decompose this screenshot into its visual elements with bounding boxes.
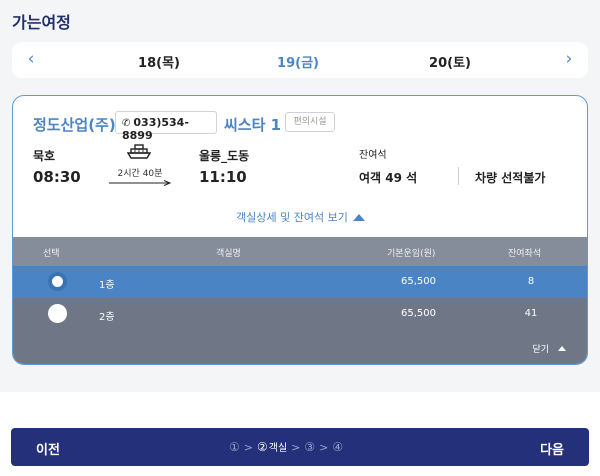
- cabin-table-header: 선택 객실명 기본운임(원) 잔여좌석: [13, 237, 587, 266]
- header-select: 선택: [43, 249, 60, 259]
- company-name: 정도산업(주): [33, 116, 116, 134]
- header-cabin-name: 객실명: [216, 249, 241, 259]
- arrival-port: 울릉_도동: [199, 149, 250, 163]
- phone-badge: ✆ 033)534-8899: [115, 111, 217, 142]
- cabin-fare: 65,500: [401, 308, 436, 319]
- cabin-radio-selected[interactable]: [48, 272, 67, 291]
- phone-number: 033)534-8899: [122, 116, 189, 142]
- facility-button[interactable]: 편의시설: [285, 112, 335, 132]
- date-option-2-selected[interactable]: 19(금): [258, 52, 338, 71]
- step-1: ①: [229, 440, 240, 454]
- step-2-active: ②: [256, 440, 268, 454]
- header-remain: 잔여좌석: [508, 249, 542, 259]
- passenger-seats: 여객 49 석: [359, 171, 418, 185]
- duration-text: 2시간 40분: [117, 169, 163, 179]
- voyage-card: 정도산업(주) ✆ 033)534-8899 씨스타 1 편의시설 묵호 08:3…: [12, 95, 588, 365]
- close-button[interactable]: 닫기: [532, 342, 567, 355]
- phone-icon: ✆: [122, 118, 131, 129]
- date-option-1[interactable]: 18(목): [119, 52, 199, 71]
- triangle-up-icon: [352, 214, 365, 221]
- step-navigation: 이전 ① > ②객실 > ③ > ④ 다음: [11, 428, 589, 466]
- step-indicator: ① > ②객실 > ③ > ④: [229, 439, 343, 454]
- step-separator: >: [291, 441, 301, 454]
- section-title: 가는여정: [12, 13, 71, 32]
- active-step-label: 객실: [268, 443, 288, 454]
- ship-name: 씨스타 1: [224, 116, 282, 134]
- table-row[interactable]: 1층 65,500 8: [13, 266, 587, 298]
- date-option-3[interactable]: 20(토): [410, 52, 490, 71]
- cabin-name: 1층: [99, 280, 115, 291]
- chevron-right-icon[interactable]: ›: [560, 49, 578, 69]
- departure-time: 08:30: [33, 168, 81, 186]
- step-separator: >: [319, 441, 329, 454]
- arrival-time: 11:10: [199, 168, 247, 186]
- triangle-up-icon: [558, 346, 566, 351]
- remain-seat-label: 잔여석: [359, 150, 387, 161]
- date-selector: ‹ 18(목) 19(금) 20(토) ›: [12, 42, 588, 78]
- cabin-table-footer: 닫기: [13, 330, 587, 364]
- cabin-radio[interactable]: [48, 304, 67, 323]
- ferry-icon: [127, 144, 151, 159]
- departure-port: 묵호: [33, 149, 56, 163]
- step-3: ③: [304, 440, 316, 454]
- chevron-left-icon[interactable]: ‹: [22, 49, 40, 69]
- divider: [458, 167, 459, 185]
- next-button[interactable]: 다음: [540, 439, 564, 458]
- duration-arrow-icon: [109, 180, 171, 186]
- step-separator: >: [243, 441, 253, 454]
- car-status: 차량 선적불가: [475, 171, 546, 185]
- cabin-remain: 41: [524, 308, 538, 319]
- header-fare: 기본운임(원): [387, 249, 436, 259]
- cabin-remain: 8: [527, 276, 535, 287]
- cabin-name: 2층: [99, 312, 115, 323]
- toggle-cabin-detail-label: 객실상세 및 잔여석 보기: [236, 211, 348, 224]
- step-4: ④: [332, 440, 344, 454]
- close-button-label: 닫기: [532, 345, 549, 355]
- table-row[interactable]: 2층 65,500 41: [13, 298, 587, 330]
- toggle-cabin-detail[interactable]: 객실상세 및 잔여석 보기: [13, 209, 587, 225]
- prev-button[interactable]: 이전: [36, 439, 60, 458]
- cabin-fare: 65,500: [401, 276, 436, 287]
